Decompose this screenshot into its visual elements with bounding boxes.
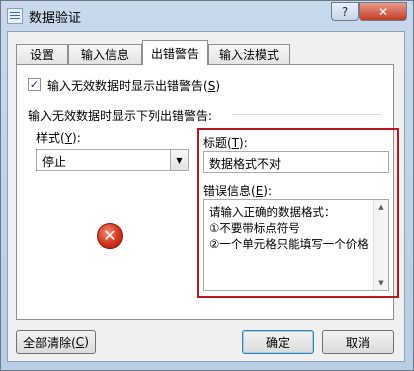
style-select[interactable]: 停止 ▼	[36, 149, 189, 171]
show-error-alert-checkbox[interactable]: ✓	[28, 78, 41, 91]
label-text: 样式(	[36, 131, 65, 145]
tab-ime-mode[interactable]: 输入法模式	[208, 44, 290, 64]
style-select-value: 停止	[42, 155, 67, 169]
show-error-alert-label[interactable]: 输入无效数据时显示出错警告(S)	[47, 77, 220, 94]
message-scrollbar[interactable]: ▲ ▼	[373, 200, 388, 290]
dialog-title: 数据验证	[29, 11, 82, 26]
chevron-down-icon[interactable]: ▼	[170, 150, 188, 170]
label-text: 输入无效数据时显示出错警告(	[47, 79, 208, 93]
close-button[interactable]: ✕	[359, 2, 407, 21]
group-label: 输入无效数据时显示下列出错警告:	[28, 109, 213, 123]
title-label: 标题(T):	[203, 134, 248, 151]
data-validation-dialog: 数据验证 ? ✕ 设置 输入信息 出错警告 输入法模式 ✓ 输入无效数据时显示出…	[0, 0, 414, 371]
scroll-up-icon[interactable]: ▲	[374, 200, 388, 214]
title-input[interactable]: 数据格式不对	[203, 151, 389, 173]
label-text: 错误信息(	[203, 184, 256, 198]
tab-input-message[interactable]: 输入信息	[68, 44, 142, 64]
style-label: 样式(Y):	[36, 129, 81, 146]
ok-button[interactable]: 确定	[242, 330, 314, 354]
accelerator-key: Y	[64, 131, 73, 145]
label-text: ):	[239, 136, 248, 150]
help-button[interactable]: ?	[331, 2, 359, 21]
error-message-label: 错误信息(E):	[203, 182, 272, 199]
cancel-button[interactable]: 取消	[322, 330, 394, 354]
tab-error-alert[interactable]: 出错警告	[142, 40, 208, 65]
title-bar[interactable]: 数据验证 ? ✕	[1, 1, 413, 31]
error-message-textarea[interactable]: 请输入正确的数据格式： ①不要带标点符号 ②一个单元格只能填写一个价格 ▲ ▼	[203, 199, 389, 291]
clear-all-button[interactable]: 全部清除(C)	[16, 330, 96, 354]
label-text: )	[215, 79, 220, 93]
dialog-icon	[7, 8, 23, 24]
tab-settings[interactable]: 设置	[16, 44, 68, 64]
group-divider	[232, 114, 382, 115]
label-text: ):	[263, 184, 273, 198]
label-text: ):	[72, 131, 81, 145]
accelerator-key: T	[231, 136, 240, 150]
dialog-body: 设置 输入信息 出错警告 输入法模式 ✓ 输入无效数据时显示出错警告(S) 输入…	[7, 31, 405, 362]
error-message-text: 请输入正确的数据格式： ①不要带标点符号 ②一个单元格只能填写一个价格	[209, 205, 369, 251]
stop-error-icon: ✕	[97, 223, 123, 249]
button-label: 全部清除(	[23, 335, 76, 350]
accelerator-key: C	[75, 335, 85, 349]
scroll-down-icon[interactable]: ▼	[374, 276, 388, 290]
label-text: 标题(	[203, 136, 232, 150]
button-label: )	[84, 335, 89, 349]
error-alert-panel: ✓ 输入无效数据时显示出错警告(S) 输入无效数据时显示下列出错警告: 样式(Y…	[16, 64, 399, 320]
